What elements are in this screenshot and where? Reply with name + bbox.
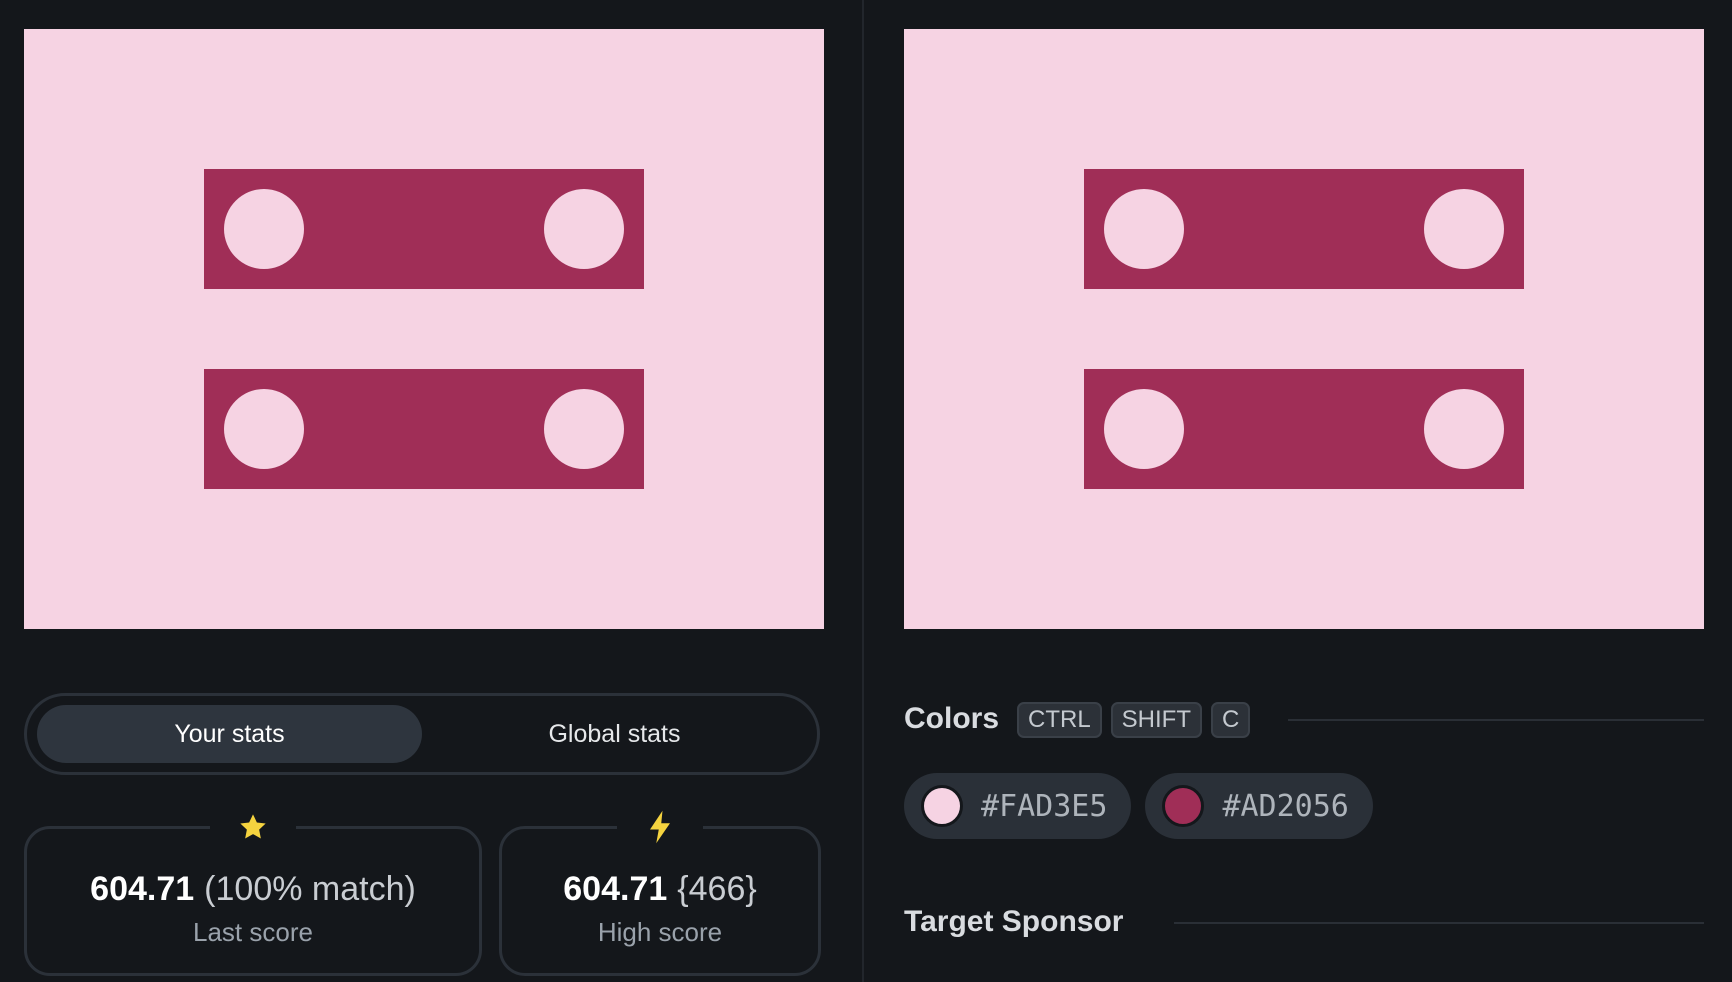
colors-heading: Colors [904,702,1000,735]
swatch-dot [921,785,963,827]
last-score-label: Last score [193,917,313,947]
circle-shape [224,389,304,469]
last-score-match: (100% match) [204,870,416,908]
circle-shape [1104,189,1184,269]
tab-your-stats[interactable]: Your stats [37,705,422,763]
panel-divider [862,0,864,982]
tab-global-stats[interactable]: Global stats [422,705,807,763]
kbd-ctrl: CTRL [1017,702,1102,738]
high-score-card: 604.71 {466} High score [499,807,821,976]
target-canvas [904,29,1704,629]
stats-toggle: Your stats Global stats [24,693,820,775]
color-swatch-dark[interactable]: #AD2056 [1145,773,1373,839]
swatch-hex: #AD2056 [1222,788,1349,824]
high-score-label: High score [597,917,723,947]
circle-shape [1424,189,1504,269]
circle-shape [224,189,304,269]
swatch-hex: #FAD3E5 [981,788,1108,824]
kbd-c: C [1211,702,1251,738]
sponsor-divider [1174,922,1704,924]
circle-shape [544,389,624,469]
app-root: Your stats Global stats 604.71 (100% matc… [0,0,1732,982]
bolt-icon [617,807,703,847]
last-score-card: 604.71 (100% match) Last score [24,807,482,976]
kbd-shift: SHIFT [1110,702,1202,738]
swatch-dot [1162,785,1205,827]
output-canvas[interactable] [24,29,824,629]
star-icon [210,807,296,847]
last-score-number: 604.71 [90,870,195,908]
high-score-value: 604.71 {466} [502,869,818,909]
target-drawing [1084,169,1524,489]
high-score-chars: {466} [677,870,757,908]
high-score-number: 604.71 [563,870,668,908]
circle-shape [544,189,624,269]
last-score-value: 604.71 (100% match) [27,869,479,909]
copy-colors-shortcut: CTRL SHIFT C [1017,702,1251,738]
colors-divider [1288,719,1704,721]
color-swatch-light[interactable]: #FAD3E5 [904,773,1132,839]
circle-shape [1104,389,1184,469]
target-sponsor-heading: Target Sponsor [904,905,1124,938]
output-drawing [204,169,644,489]
circle-shape [1424,389,1504,469]
color-swatches: #FAD3E5 #AD2056 [904,773,1373,839]
